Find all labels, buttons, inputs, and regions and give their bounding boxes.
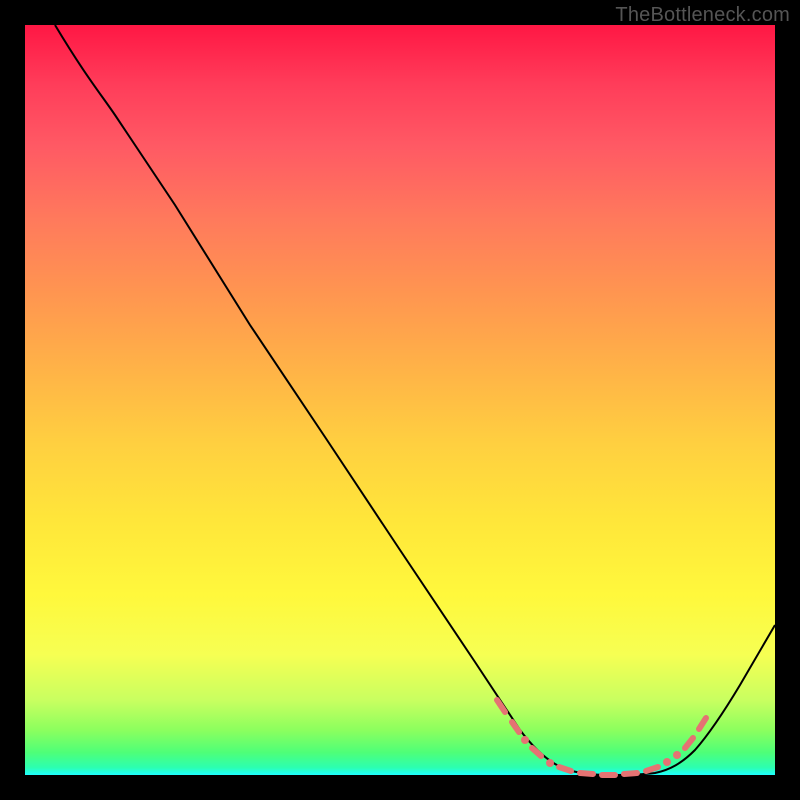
marker-dash <box>624 773 637 774</box>
marker-dash <box>580 773 593 774</box>
marker-dash <box>559 767 571 771</box>
marker-dash <box>512 722 519 732</box>
marker-dot <box>663 758 671 766</box>
marker-dot <box>546 759 554 767</box>
marker-dash <box>532 748 541 756</box>
curve-layer <box>25 25 775 775</box>
marker-dot <box>673 751 681 759</box>
marker-dash <box>699 718 706 729</box>
bottleneck-curve <box>55 25 775 775</box>
marker-dot <box>521 736 529 744</box>
marker-dash <box>497 700 505 712</box>
chart-area <box>25 25 775 775</box>
marker-dash <box>646 767 658 771</box>
marker-dash <box>685 738 693 748</box>
watermark-text: TheBottleneck.com <box>615 4 790 27</box>
